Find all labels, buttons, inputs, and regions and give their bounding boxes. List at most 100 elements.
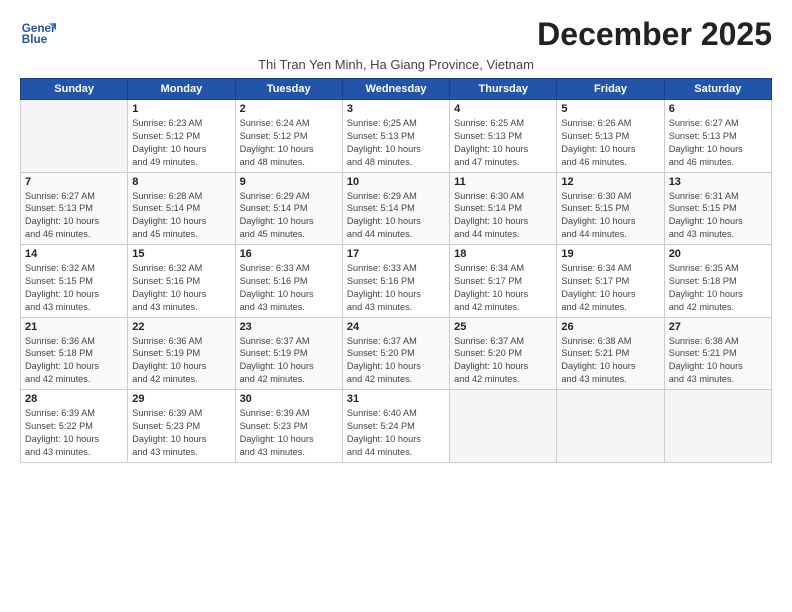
day-number: 22 xyxy=(132,321,230,333)
logo-icon: General Blue xyxy=(20,16,56,52)
calendar-table: SundayMondayTuesdayWednesdayThursdayFrid… xyxy=(20,78,772,463)
day-number: 2 xyxy=(240,103,338,115)
day-info: Sunrise: 6:32 AMSunset: 5:15 PMDaylight:… xyxy=(25,262,123,314)
day-info: Sunrise: 6:39 AMSunset: 5:23 PMDaylight:… xyxy=(132,407,230,459)
calendar-cell: 12 Sunrise: 6:30 AMSunset: 5:15 PMDayligh… xyxy=(557,172,664,245)
day-number: 27 xyxy=(669,321,767,333)
day-info: Sunrise: 6:33 AMSunset: 5:16 PMDaylight:… xyxy=(240,262,338,314)
day-info: Sunrise: 6:37 AMSunset: 5:19 PMDaylight:… xyxy=(240,335,338,387)
calendar-header-monday: Monday xyxy=(128,79,235,100)
subtitle: Thi Tran Yen Minh, Ha Giang Province, Vi… xyxy=(20,57,772,72)
calendar-week-row: 14 Sunrise: 6:32 AMSunset: 5:15 PMDayligh… xyxy=(21,245,772,318)
day-info: Sunrise: 6:24 AMSunset: 5:12 PMDaylight:… xyxy=(240,117,338,169)
day-number: 14 xyxy=(25,248,123,260)
calendar-cell: 5Sunrise: 6:26 AMSunset: 5:13 PMDaylight… xyxy=(557,100,664,173)
day-info: Sunrise: 6:37 AMSunset: 5:20 PMDaylight:… xyxy=(454,335,552,387)
day-number: 29 xyxy=(132,393,230,405)
calendar-cell: 16Sunrise: 6:33 AMSunset: 5:16 PMDayligh… xyxy=(235,245,342,318)
calendar-cell: 31 Sunrise: 6:40 AMSunset: 5:24 PMDayligh… xyxy=(342,390,449,463)
day-number: 28 xyxy=(25,393,123,405)
calendar-cell: 20 Sunrise: 6:35 AMSunset: 5:18 PMDayligh… xyxy=(664,245,771,318)
calendar-cell: 22Sunrise: 6:36 AMSunset: 5:19 PMDayligh… xyxy=(128,317,235,390)
day-number: 20 xyxy=(669,248,767,260)
day-info: Sunrise: 6:37 AMSunset: 5:20 PMDaylight:… xyxy=(347,335,445,387)
day-info: Sunrise: 6:30 AMSunset: 5:15 PMDaylight:… xyxy=(561,190,659,242)
calendar-week-row: 7Sunrise: 6:27 AMSunset: 5:13 PMDaylight… xyxy=(21,172,772,245)
day-info: Sunrise: 6:31 AMSunset: 5:15 PMDaylight:… xyxy=(669,190,767,242)
day-number: 21 xyxy=(25,321,123,333)
svg-text:Blue: Blue xyxy=(22,33,48,46)
calendar-cell: 3 Sunrise: 6:25 AMSunset: 5:13 PMDaylight… xyxy=(342,100,449,173)
day-info: Sunrise: 6:39 AMSunset: 5:22 PMDaylight:… xyxy=(25,407,123,459)
calendar-cell: 25 Sunrise: 6:37 AMSunset: 5:20 PMDayligh… xyxy=(450,317,557,390)
day-info: Sunrise: 6:38 AMSunset: 5:21 PMDaylight:… xyxy=(669,335,767,387)
calendar-header-saturday: Saturday xyxy=(664,79,771,100)
day-info: Sunrise: 6:29 AMSunset: 5:14 PMDaylight:… xyxy=(347,190,445,242)
calendar-cell xyxy=(664,390,771,463)
day-number: 31 xyxy=(347,393,445,405)
calendar-cell: 11 Sunrise: 6:30 AMSunset: 5:14 PMDayligh… xyxy=(450,172,557,245)
day-number: 11 xyxy=(454,176,552,188)
day-info: Sunrise: 6:28 AMSunset: 5:14 PMDaylight:… xyxy=(132,190,230,242)
day-info: Sunrise: 6:38 AMSunset: 5:21 PMDaylight:… xyxy=(561,335,659,387)
day-info: Sunrise: 6:40 AMSunset: 5:24 PMDaylight:… xyxy=(347,407,445,459)
day-number: 8 xyxy=(132,176,230,188)
calendar-cell: 23 Sunrise: 6:37 AMSunset: 5:19 PMDayligh… xyxy=(235,317,342,390)
day-info: Sunrise: 6:35 AMSunset: 5:18 PMDaylight:… xyxy=(669,262,767,314)
calendar-cell: 15Sunrise: 6:32 AMSunset: 5:16 PMDayligh… xyxy=(128,245,235,318)
day-number: 3 xyxy=(347,103,445,115)
month-title: December 2025 xyxy=(537,16,772,53)
page: General Blue December 2025 Thi Tran Yen … xyxy=(0,0,792,612)
calendar-header-friday: Friday xyxy=(557,79,664,100)
calendar-cell: 8 Sunrise: 6:28 AMSunset: 5:14 PMDaylight… xyxy=(128,172,235,245)
day-number: 25 xyxy=(454,321,552,333)
calendar-header-tuesday: Tuesday xyxy=(235,79,342,100)
calendar-cell: 17 Sunrise: 6:33 AMSunset: 5:16 PMDayligh… xyxy=(342,245,449,318)
day-number: 23 xyxy=(240,321,338,333)
calendar-cell: 9Sunrise: 6:29 AMSunset: 5:14 PMDaylight… xyxy=(235,172,342,245)
calendar-cell: 30Sunrise: 6:39 AMSunset: 5:23 PMDayligh… xyxy=(235,390,342,463)
day-number: 5 xyxy=(561,103,659,115)
day-info: Sunrise: 6:29 AMSunset: 5:14 PMDaylight:… xyxy=(240,190,338,242)
day-info: Sunrise: 6:27 AMSunset: 5:13 PMDaylight:… xyxy=(669,117,767,169)
day-number: 24 xyxy=(347,321,445,333)
day-info: Sunrise: 6:32 AMSunset: 5:16 PMDaylight:… xyxy=(132,262,230,314)
day-info: Sunrise: 6:25 AMSunset: 5:13 PMDaylight:… xyxy=(454,117,552,169)
calendar-cell: 14 Sunrise: 6:32 AMSunset: 5:15 PMDayligh… xyxy=(21,245,128,318)
calendar-cell: 13 Sunrise: 6:31 AMSunset: 5:15 PMDayligh… xyxy=(664,172,771,245)
day-number: 12 xyxy=(561,176,659,188)
day-number: 4 xyxy=(454,103,552,115)
calendar-cell: 7Sunrise: 6:27 AMSunset: 5:13 PMDaylight… xyxy=(21,172,128,245)
calendar-cell: 28 Sunrise: 6:39 AMSunset: 5:22 PMDayligh… xyxy=(21,390,128,463)
calendar-cell xyxy=(557,390,664,463)
calendar-week-row: 28 Sunrise: 6:39 AMSunset: 5:22 PMDayligh… xyxy=(21,390,772,463)
calendar-week-row: 1Sunrise: 6:23 AMSunset: 5:12 PMDaylight… xyxy=(21,100,772,173)
day-info: Sunrise: 6:25 AMSunset: 5:13 PMDaylight:… xyxy=(347,117,445,169)
calendar-header-row: SundayMondayTuesdayWednesdayThursdayFrid… xyxy=(21,79,772,100)
calendar-cell: 18Sunrise: 6:34 AMSunset: 5:17 PMDayligh… xyxy=(450,245,557,318)
day-number: 17 xyxy=(347,248,445,260)
day-info: Sunrise: 6:34 AMSunset: 5:17 PMDaylight:… xyxy=(454,262,552,314)
day-number: 19 xyxy=(561,248,659,260)
calendar-cell: 26Sunrise: 6:38 AMSunset: 5:21 PMDayligh… xyxy=(557,317,664,390)
calendar-cell: 29 Sunrise: 6:39 AMSunset: 5:23 PMDayligh… xyxy=(128,390,235,463)
header: General Blue December 2025 xyxy=(20,16,772,53)
calendar-cell: 10 Sunrise: 6:29 AMSunset: 5:14 PMDayligh… xyxy=(342,172,449,245)
day-number: 13 xyxy=(669,176,767,188)
calendar-header-wednesday: Wednesday xyxy=(342,79,449,100)
calendar-cell: 21 Sunrise: 6:36 AMSunset: 5:18 PMDayligh… xyxy=(21,317,128,390)
calendar-cell xyxy=(450,390,557,463)
day-info: Sunrise: 6:33 AMSunset: 5:16 PMDaylight:… xyxy=(347,262,445,314)
day-info: Sunrise: 6:39 AMSunset: 5:23 PMDaylight:… xyxy=(240,407,338,459)
calendar-week-row: 21 Sunrise: 6:36 AMSunset: 5:18 PMDayligh… xyxy=(21,317,772,390)
calendar-cell xyxy=(21,100,128,173)
day-number: 6 xyxy=(669,103,767,115)
calendar-cell: 6 Sunrise: 6:27 AMSunset: 5:13 PMDaylight… xyxy=(664,100,771,173)
day-info: Sunrise: 6:27 AMSunset: 5:13 PMDaylight:… xyxy=(25,190,123,242)
day-info: Sunrise: 6:36 AMSunset: 5:18 PMDaylight:… xyxy=(25,335,123,387)
calendar-header-sunday: Sunday xyxy=(21,79,128,100)
day-info: Sunrise: 6:23 AMSunset: 5:12 PMDaylight:… xyxy=(132,117,230,169)
day-number: 10 xyxy=(347,176,445,188)
calendar-cell: 4 Sunrise: 6:25 AMSunset: 5:13 PMDaylight… xyxy=(450,100,557,173)
day-info: Sunrise: 6:30 AMSunset: 5:14 PMDaylight:… xyxy=(454,190,552,242)
